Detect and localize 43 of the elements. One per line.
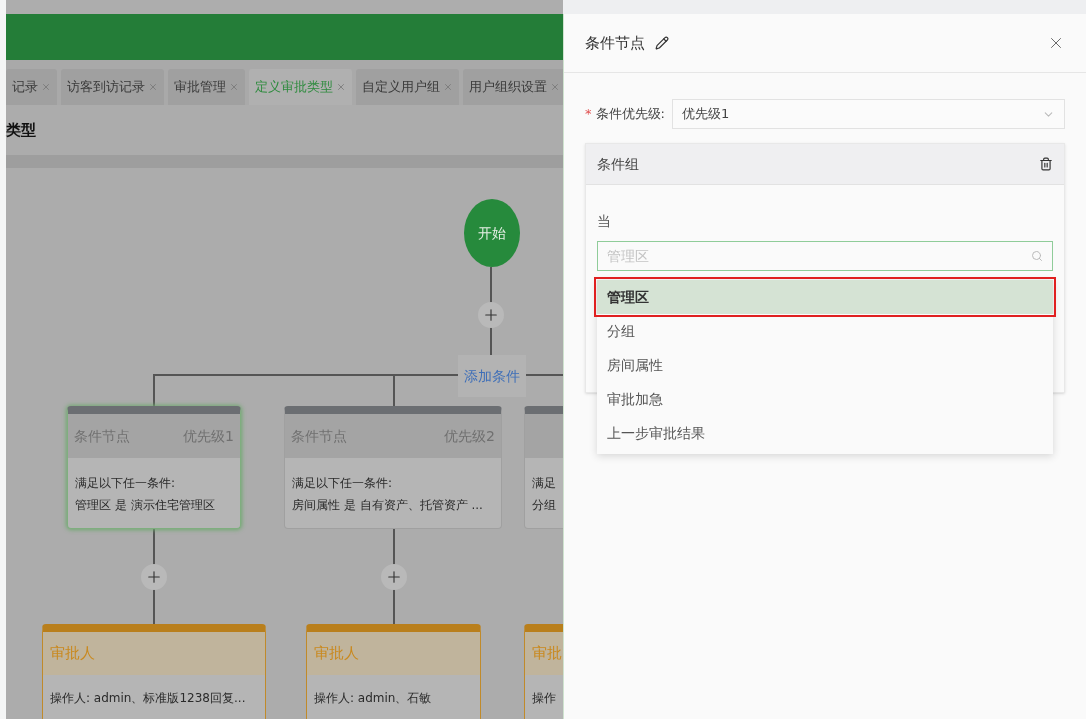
condition-text: 满足 bbox=[532, 475, 557, 492]
group-title: 条件组 bbox=[597, 154, 639, 174]
approver-card[interactable]: 审批 操作 bbox=[524, 624, 563, 719]
node-title: 审批人 bbox=[50, 643, 95, 665]
dropdown-item[interactable]: 管理区 bbox=[597, 280, 1053, 314]
condition-text: 房间属性 是 自有资产、托管资产 ... bbox=[292, 497, 484, 514]
condition-card[interactable]: 满足 分组 bbox=[524, 406, 563, 529]
plus-icon bbox=[385, 568, 403, 586]
tab[interactable]: 审批管理 bbox=[168, 69, 245, 105]
condition-text: 满足以下任一条件: bbox=[292, 475, 394, 492]
required-mark: * bbox=[585, 105, 592, 124]
plus-icon bbox=[145, 568, 163, 586]
dropdown-item[interactable]: 分组 bbox=[597, 314, 1053, 348]
when-label: 当 bbox=[597, 213, 611, 229]
approver-text: 操作人: admin、石敏 bbox=[314, 691, 432, 705]
dropdown-item[interactable]: 上一步审批结果 bbox=[597, 416, 1053, 450]
condition-text: 分组 bbox=[532, 497, 557, 514]
add-node-button[interactable] bbox=[478, 302, 504, 328]
search-icon bbox=[1031, 250, 1043, 262]
field-label: 条件优先级: bbox=[595, 105, 665, 124]
approver-text: 操作人: admin、标准版1238回复... bbox=[50, 691, 246, 705]
edit-icon[interactable] bbox=[655, 36, 669, 50]
plus-icon bbox=[482, 306, 500, 324]
priority-select[interactable]: 优先级1 bbox=[671, 99, 1065, 129]
add-node-button[interactable] bbox=[381, 564, 407, 590]
add-node-button[interactable] bbox=[141, 564, 167, 590]
page-title: 类型 bbox=[6, 119, 36, 141]
start-node[interactable]: 开始 bbox=[464, 199, 520, 267]
condition-text: 满足以下任一条件: bbox=[75, 475, 177, 492]
node-title: 审批 bbox=[532, 643, 562, 665]
tab[interactable]: 自定义用户组 bbox=[356, 69, 459, 105]
panel-title: 条件节点 bbox=[585, 32, 645, 54]
tab[interactable]: 记录 bbox=[6, 69, 57, 105]
condition-text: 管理区 是 演示住宅管理区 bbox=[75, 497, 216, 514]
tab[interactable]: 用户组织设置 bbox=[463, 69, 563, 105]
tab[interactable]: 访客到访记录 bbox=[61, 69, 164, 105]
approver-card[interactable]: 审批人 操作人: admin、标准版1238回复... bbox=[42, 624, 266, 719]
node-title: 审批人 bbox=[314, 643, 359, 665]
dropdown-item[interactable]: 房间属性 bbox=[597, 348, 1053, 382]
approver-text: 操作 bbox=[532, 691, 556, 705]
trash-icon[interactable] bbox=[1039, 157, 1053, 171]
approver-card[interactable]: 审批人 操作人: admin、石敏 bbox=[306, 624, 481, 719]
dropdown-item[interactable]: 审批加急 bbox=[597, 382, 1053, 416]
